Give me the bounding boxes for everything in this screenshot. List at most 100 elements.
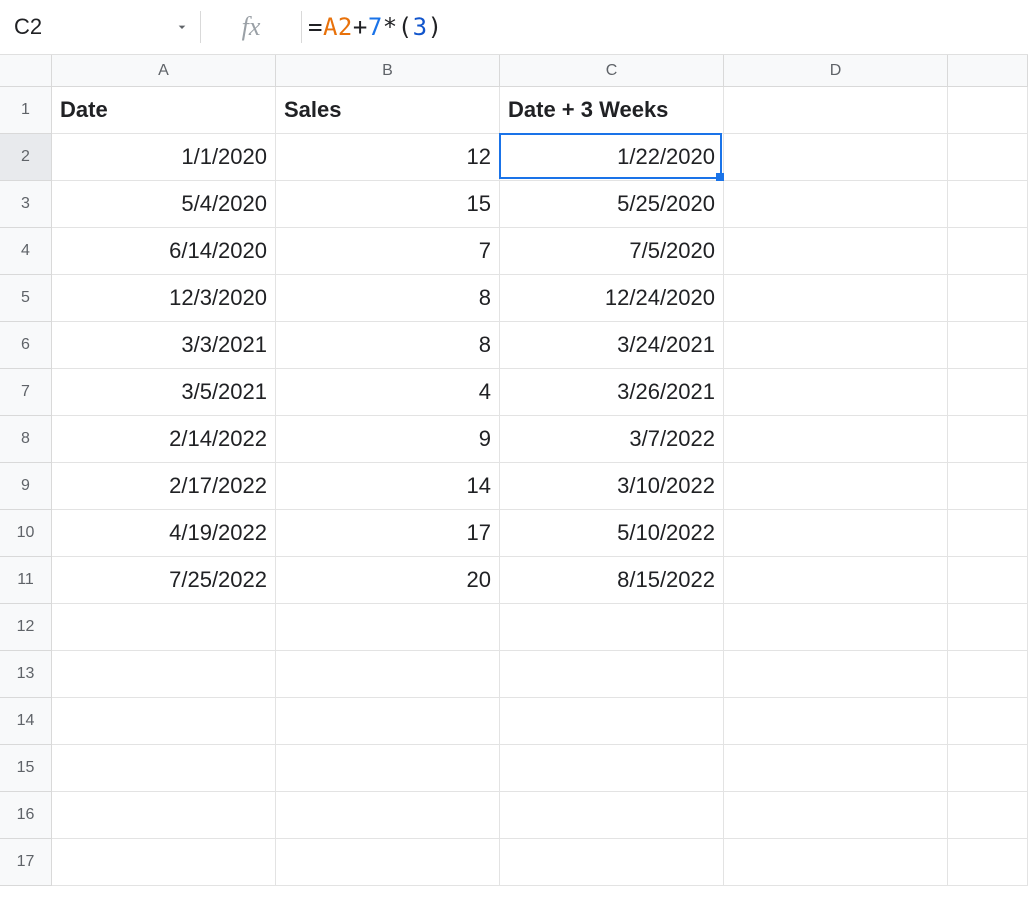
cell[interactable]: 3/24/2021 <box>500 322 724 369</box>
row-header[interactable]: 15 <box>0 745 52 792</box>
cell[interactable]: 3/3/2021 <box>52 322 276 369</box>
row-header[interactable]: 8 <box>0 416 52 463</box>
cell[interactable] <box>276 651 500 698</box>
row-header[interactable]: 14 <box>0 698 52 745</box>
cell[interactable] <box>52 839 276 886</box>
cell[interactable] <box>724 322 948 369</box>
cell[interactable] <box>724 416 948 463</box>
cell[interactable] <box>724 463 948 510</box>
cell[interactable]: 3/10/2022 <box>500 463 724 510</box>
row-header[interactable]: 17 <box>0 839 52 886</box>
cell[interactable] <box>948 839 1028 886</box>
cell[interactable] <box>724 745 948 792</box>
cell[interactable] <box>724 604 948 651</box>
cell[interactable] <box>948 557 1028 604</box>
row-header[interactable]: 6 <box>0 322 52 369</box>
cell[interactable] <box>276 698 500 745</box>
cell[interactable] <box>948 275 1028 322</box>
row-header[interactable]: 11 <box>0 557 52 604</box>
cell[interactable] <box>948 698 1028 745</box>
column-header[interactable]: A <box>52 55 276 87</box>
cell[interactable]: 14 <box>276 463 500 510</box>
cell[interactable] <box>724 181 948 228</box>
row-header[interactable]: 12 <box>0 604 52 651</box>
column-header[interactable]: D <box>724 55 948 87</box>
cell[interactable] <box>948 510 1028 557</box>
cell[interactable]: 8/15/2022 <box>500 557 724 604</box>
cell[interactable]: 6/14/2020 <box>52 228 276 275</box>
row-header[interactable]: 13 <box>0 651 52 698</box>
cell[interactable]: Date <box>52 87 276 134</box>
cell[interactable] <box>500 745 724 792</box>
cell[interactable] <box>948 416 1028 463</box>
cell[interactable]: 7/5/2020 <box>500 228 724 275</box>
cell[interactable]: Date + 3 Weeks <box>500 87 724 134</box>
cell[interactable] <box>52 745 276 792</box>
cell[interactable] <box>948 369 1028 416</box>
row-header[interactable]: 1 <box>0 87 52 134</box>
cell[interactable] <box>948 604 1028 651</box>
cell[interactable]: 1/1/2020 <box>52 134 276 181</box>
cell[interactable] <box>948 463 1028 510</box>
cell[interactable] <box>276 604 500 651</box>
cell[interactable]: 12/24/2020 <box>500 275 724 322</box>
cell[interactable] <box>948 181 1028 228</box>
row-header[interactable]: 16 <box>0 792 52 839</box>
cell[interactable]: 5/10/2022 <box>500 510 724 557</box>
cell[interactable]: 15 <box>276 181 500 228</box>
cell[interactable] <box>948 87 1028 134</box>
cell[interactable]: 2/17/2022 <box>52 463 276 510</box>
cell[interactable] <box>276 792 500 839</box>
name-box-dropdown-icon[interactable] <box>174 0 190 54</box>
name-box[interactable]: C2 <box>0 0 200 54</box>
cell[interactable]: 8 <box>276 322 500 369</box>
cell[interactable] <box>500 651 724 698</box>
cell[interactable]: 12/3/2020 <box>52 275 276 322</box>
cell[interactable] <box>724 792 948 839</box>
cell[interactable] <box>500 839 724 886</box>
cell[interactable] <box>52 604 276 651</box>
cell[interactable]: 20 <box>276 557 500 604</box>
cell[interactable] <box>948 134 1028 181</box>
cell[interactable]: 3/26/2021 <box>500 369 724 416</box>
cell[interactable] <box>52 698 276 745</box>
cell[interactable] <box>948 228 1028 275</box>
row-header[interactable]: 10 <box>0 510 52 557</box>
row-header[interactable]: 4 <box>0 228 52 275</box>
select-all-corner[interactable] <box>0 55 52 87</box>
cell[interactable] <box>948 651 1028 698</box>
cell[interactable] <box>52 651 276 698</box>
cell[interactable]: Sales <box>276 87 500 134</box>
cell[interactable] <box>724 557 948 604</box>
cell[interactable]: 5/25/2020 <box>500 181 724 228</box>
row-header[interactable]: 5 <box>0 275 52 322</box>
cell[interactable]: 2/14/2022 <box>52 416 276 463</box>
cell[interactable] <box>724 134 948 181</box>
column-header[interactable] <box>948 55 1028 87</box>
cell[interactable]: 7/25/2022 <box>52 557 276 604</box>
cell[interactable] <box>500 792 724 839</box>
cell[interactable] <box>276 745 500 792</box>
cell[interactable]: 3/7/2022 <box>500 416 724 463</box>
cell[interactable] <box>724 698 948 745</box>
cell[interactable] <box>52 792 276 839</box>
formula-input[interactable]: =A2+7*(3) <box>302 13 1028 41</box>
cell[interactable]: 7 <box>276 228 500 275</box>
cell[interactable] <box>948 792 1028 839</box>
column-header[interactable]: C <box>500 55 724 87</box>
row-header[interactable]: 3 <box>0 181 52 228</box>
cell[interactable] <box>276 839 500 886</box>
cell[interactable] <box>724 275 948 322</box>
cell[interactable]: 5/4/2020 <box>52 181 276 228</box>
cell[interactable] <box>724 87 948 134</box>
cell[interactable] <box>724 651 948 698</box>
cell[interactable] <box>948 322 1028 369</box>
cell[interactable]: 8 <box>276 275 500 322</box>
cell[interactable]: 12 <box>276 134 500 181</box>
row-header[interactable]: 2 <box>0 134 52 181</box>
row-header[interactable]: 9 <box>0 463 52 510</box>
row-header[interactable]: 7 <box>0 369 52 416</box>
cell[interactable]: 3/5/2021 <box>52 369 276 416</box>
cell[interactable]: 4/19/2022 <box>52 510 276 557</box>
cell[interactable] <box>724 510 948 557</box>
